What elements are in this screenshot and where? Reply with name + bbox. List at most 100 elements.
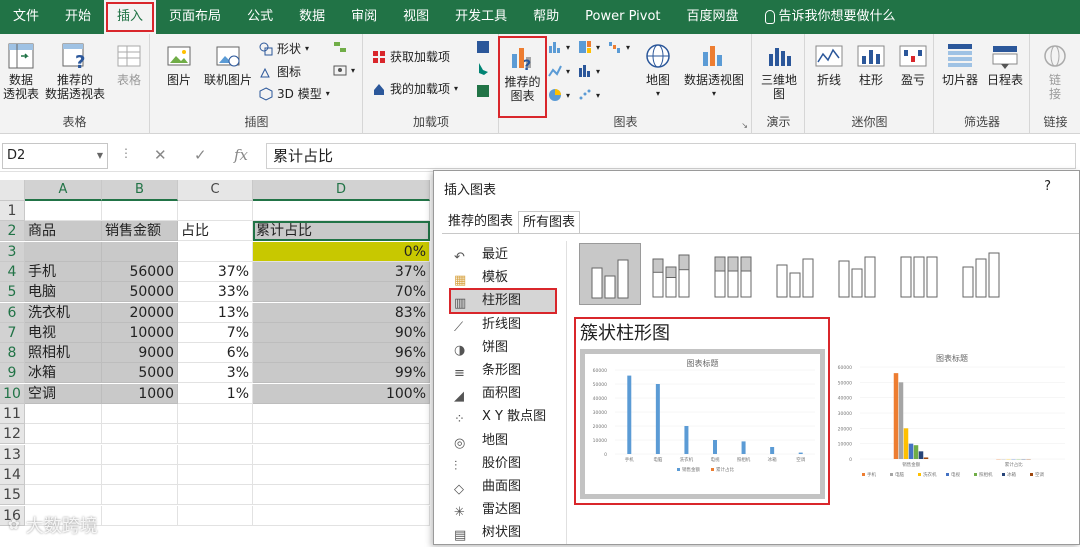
bing-button[interactable] <box>476 62 490 76</box>
waterfall-chart-dropdown[interactable]: ▾ <box>608 40 630 54</box>
cell-d4[interactable]: 37% <box>253 262 430 282</box>
smartart-button[interactable] <box>333 40 347 54</box>
tab-all-charts[interactable]: 所有图表 <box>518 211 580 233</box>
cell-c10[interactable]: 1% <box>178 384 253 404</box>
cell-c4[interactable]: 37% <box>178 262 253 282</box>
menu-view[interactable]: 视图 <box>390 0 442 34</box>
cell-b3[interactable] <box>102 242 178 262</box>
cell-a9[interactable]: 冰箱 <box>25 363 102 383</box>
cell-d6[interactable]: 83% <box>253 303 430 323</box>
menu-insert[interactable]: 插入 <box>104 0 156 34</box>
cell-b1[interactable] <box>102 201 178 221</box>
3d-stacked-column-icon[interactable] <box>827 243 889 305</box>
chart-category-item[interactable]: ◎地图 <box>454 430 508 452</box>
3d-column-icon[interactable] <box>951 243 1013 305</box>
cell-d14[interactable] <box>253 465 430 485</box>
chart-category-item[interactable]: ▤树状图 <box>454 522 521 544</box>
cell-d16[interactable] <box>253 506 430 526</box>
chart-category-item[interactable]: ↶最近 <box>454 244 508 266</box>
cell-c3[interactable] <box>178 242 253 262</box>
cell-c15[interactable] <box>178 485 253 505</box>
row-header[interactable]: 8 <box>0 343 25 363</box>
column-header-a[interactable]: A <box>25 180 102 201</box>
cell-b7[interactable]: 10000 <box>102 323 178 343</box>
row-header[interactable]: 15 <box>0 485 25 505</box>
menu-formulas[interactable]: 公式 <box>234 0 286 34</box>
chart-category-item[interactable]: ⁘X Y 散点图 <box>454 406 546 428</box>
pie-chart-dropdown[interactable]: ▾ <box>548 88 570 102</box>
cell-a15[interactable] <box>25 485 102 505</box>
scatter-chart-dropdown[interactable]: ▾ <box>578 88 600 102</box>
cell-d12[interactable] <box>253 424 430 444</box>
cell-b8[interactable]: 9000 <box>102 343 178 363</box>
chart-category-item[interactable]: ⟋折线图 <box>454 314 521 336</box>
line-chart-dropdown[interactable]: ▾ <box>548 64 570 78</box>
stacked-column-icon[interactable] <box>641 243 703 305</box>
chart-category-item[interactable]: ◇曲面图 <box>454 476 521 498</box>
cell-c14[interactable] <box>178 465 253 485</box>
formula-input[interactable]: 累计占比 <box>266 143 1076 169</box>
cell-b2[interactable]: 销售金额 <box>102 221 178 241</box>
cell-b4[interactable]: 56000 <box>102 262 178 282</box>
chart-category-item[interactable]: ▦模板 <box>454 267 508 289</box>
statistic-chart-dropdown[interactable]: ▾ <box>578 64 600 78</box>
cell-b16[interactable] <box>102 506 178 526</box>
cell-d1[interactable] <box>253 201 430 221</box>
row-header[interactable]: 4 <box>0 262 25 282</box>
row-header[interactable]: 10 <box>0 384 25 404</box>
menu-power-pivot[interactable]: Power Pivot <box>572 0 673 34</box>
column-header-d[interactable]: D <box>253 180 430 201</box>
pivot-chart-button[interactable]: 数据透视图▾ <box>680 42 748 101</box>
row-header[interactable]: 12 <box>0 424 25 444</box>
cell-c12[interactable] <box>178 424 253 444</box>
cell-b11[interactable] <box>102 404 178 424</box>
row-header[interactable]: 6 <box>0 303 25 323</box>
menu-help[interactable]: 帮助 <box>520 0 572 34</box>
cell-d2[interactable]: 累计占比 <box>253 221 430 241</box>
cell-c2[interactable]: 占比 <box>178 221 253 241</box>
cell-d3[interactable]: 0% <box>253 242 430 262</box>
get-addins-button[interactable]: 获取加载项 <box>372 48 450 65</box>
enter-icon[interactable]: ✓ <box>194 146 207 164</box>
shapes-button[interactable]: 形状▾ <box>259 40 309 57</box>
recommended-pivot-button[interactable]: ? 推荐的 数据透视表 <box>42 42 108 101</box>
slicer-button[interactable]: 切片器 <box>939 42 981 87</box>
cell-c9[interactable]: 3% <box>178 363 253 383</box>
recommended-charts-button[interactable]: ? 推荐的 图表 <box>500 38 545 116</box>
chart-category-item[interactable]: ◑饼图 <box>454 337 508 359</box>
pivot-table-button[interactable]: 数据 透视表 <box>2 42 40 101</box>
cell-b14[interactable] <box>102 465 178 485</box>
column-header-b[interactable]: B <box>102 180 178 201</box>
menu-developer[interactable]: 开发工具 <box>442 0 520 34</box>
menu-review[interactable]: 审阅 <box>338 0 390 34</box>
chart-category-item[interactable]: ⫶股价图 <box>454 453 521 475</box>
cell-b13[interactable] <box>102 445 178 465</box>
cell-d9[interactable]: 99% <box>253 363 430 383</box>
dialog-launcher-icon[interactable]: ↘ <box>741 121 748 130</box>
tell-me-box[interactable]: 告诉我你想要做什么 <box>752 0 909 34</box>
cell-c11[interactable] <box>178 404 253 424</box>
tab-recommended-charts[interactable]: 推荐的图表 <box>444 211 517 233</box>
cell-a3[interactable] <box>25 242 102 262</box>
column-chart-dropdown[interactable]: ▾ <box>548 40 570 54</box>
cell-c8[interactable]: 6% <box>178 343 253 363</box>
chart-category-item[interactable]: ✳雷达图 <box>454 499 521 521</box>
3d-clustered-column-icon[interactable] <box>765 243 827 305</box>
cell-b12[interactable] <box>102 424 178 444</box>
cell-a12[interactable] <box>25 424 102 444</box>
menu-home[interactable]: 开始 <box>52 0 104 34</box>
sparkline-line-button[interactable]: 折线 <box>810 42 848 87</box>
cell-a14[interactable] <box>25 465 102 485</box>
cell-a4[interactable]: 手机 <box>25 262 102 282</box>
cell-b5[interactable]: 50000 <box>102 282 178 302</box>
cell-d13[interactable] <box>253 445 430 465</box>
row-header[interactable]: 7 <box>0 323 25 343</box>
chart-category-item[interactable]: ◢面积图 <box>454 383 521 405</box>
cell-c1[interactable] <box>178 201 253 221</box>
sparkline-column-button[interactable]: 柱形 <box>852 42 890 87</box>
chart-preview-1[interactable]: 图表标题 6000050000400003000020000100000手机电脑… <box>580 349 825 499</box>
chart-category-item[interactable]: ▥柱形图 <box>451 290 555 312</box>
cell-a2[interactable]: 商品 <box>25 221 102 241</box>
link-button[interactable]: 链 接 <box>1037 42 1073 101</box>
cell-b9[interactable]: 5000 <box>102 363 178 383</box>
